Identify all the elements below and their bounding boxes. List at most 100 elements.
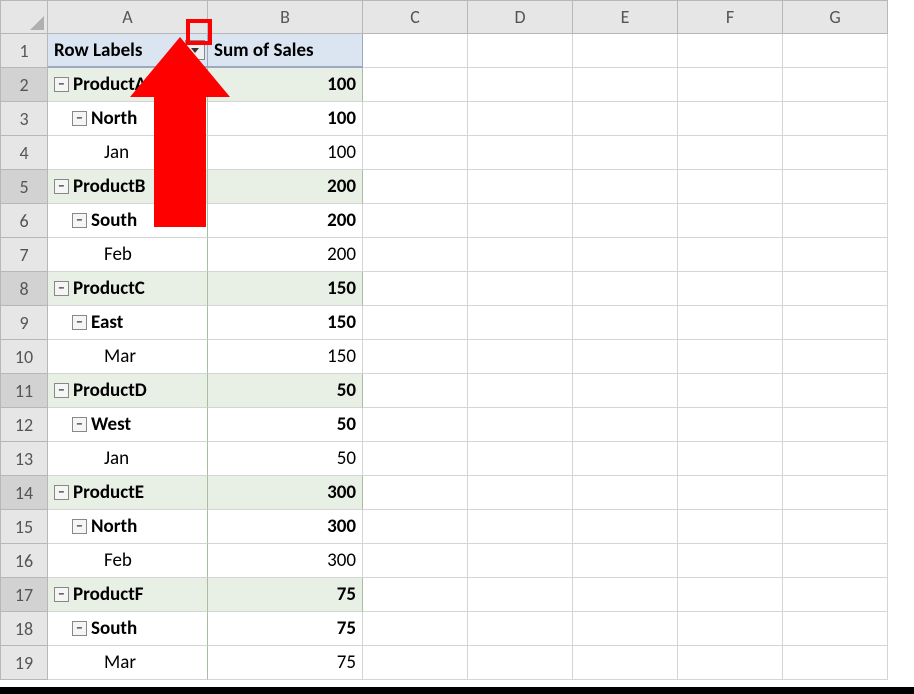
cell-B3[interactable]: 100	[208, 102, 363, 136]
cell-G18[interactable]	[783, 612, 888, 646]
cell-B13[interactable]: 50	[208, 442, 363, 476]
cell-F7[interactable]	[678, 238, 783, 272]
collapse-icon[interactable]: −	[54, 179, 69, 194]
cell-A16[interactable]: Feb	[48, 544, 208, 578]
cell-E5[interactable]	[573, 170, 678, 204]
cell-C17[interactable]	[363, 578, 468, 612]
row-header-7[interactable]: 7	[0, 238, 48, 272]
cell-D1[interactable]	[468, 34, 573, 68]
cell-F2[interactable]	[678, 68, 783, 102]
cell-B5[interactable]: 200	[208, 170, 363, 204]
cell-A4[interactable]: Jan	[48, 136, 208, 170]
cell-A10[interactable]: Mar	[48, 340, 208, 374]
cell-F17[interactable]	[678, 578, 783, 612]
cell-E17[interactable]	[573, 578, 678, 612]
cell-F14[interactable]	[678, 476, 783, 510]
cell-B4[interactable]: 100	[208, 136, 363, 170]
cell-C10[interactable]	[363, 340, 468, 374]
cell-A9[interactable]: −East	[48, 306, 208, 340]
collapse-icon[interactable]: −	[54, 383, 69, 398]
row-header-11[interactable]: 11	[0, 374, 48, 408]
cell-D14[interactable]	[468, 476, 573, 510]
cell-A17[interactable]: −ProductF	[48, 578, 208, 612]
cell-E14[interactable]	[573, 476, 678, 510]
cell-E8[interactable]	[573, 272, 678, 306]
cell-D16[interactable]	[468, 544, 573, 578]
cell-D4[interactable]	[468, 136, 573, 170]
cell-D6[interactable]	[468, 204, 573, 238]
row-header-9[interactable]: 9	[0, 306, 48, 340]
row-header-6[interactable]: 6	[0, 204, 48, 238]
collapse-icon[interactable]: −	[72, 315, 87, 330]
cell-C4[interactable]	[363, 136, 468, 170]
cell-E7[interactable]	[573, 238, 678, 272]
cell-A2[interactable]: −ProductA	[48, 68, 208, 102]
row-header-14[interactable]: 14	[0, 476, 48, 510]
cell-E16[interactable]	[573, 544, 678, 578]
cell-C2[interactable]	[363, 68, 468, 102]
cell-E9[interactable]	[573, 306, 678, 340]
row-header-1[interactable]: 1	[0, 34, 48, 68]
cell-F5[interactable]	[678, 170, 783, 204]
cell-C7[interactable]	[363, 238, 468, 272]
cell-F11[interactable]	[678, 374, 783, 408]
cell-E12[interactable]	[573, 408, 678, 442]
collapse-icon[interactable]: −	[54, 485, 69, 500]
cell-E10[interactable]	[573, 340, 678, 374]
cell-D19[interactable]	[468, 646, 573, 680]
column-header-G[interactable]: G	[783, 0, 888, 34]
cell-F3[interactable]	[678, 102, 783, 136]
collapse-icon[interactable]: −	[72, 417, 87, 432]
cell-G16[interactable]	[783, 544, 888, 578]
cell-E1[interactable]	[573, 34, 678, 68]
cell-G8[interactable]	[783, 272, 888, 306]
cell-E19[interactable]	[573, 646, 678, 680]
collapse-icon[interactable]: −	[72, 213, 87, 228]
row-header-5[interactable]: 5	[0, 170, 48, 204]
cell-D18[interactable]	[468, 612, 573, 646]
filter-dropdown-icon[interactable]	[185, 40, 205, 60]
cell-E11[interactable]	[573, 374, 678, 408]
cell-F19[interactable]	[678, 646, 783, 680]
cell-G5[interactable]	[783, 170, 888, 204]
cell-A6[interactable]: −South	[48, 204, 208, 238]
cell-B19[interactable]: 75	[208, 646, 363, 680]
cell-F15[interactable]	[678, 510, 783, 544]
cell-F9[interactable]	[678, 306, 783, 340]
cell-E15[interactable]	[573, 510, 678, 544]
cell-A11[interactable]: −ProductD	[48, 374, 208, 408]
column-header-F[interactable]: F	[678, 0, 783, 34]
cell-B12[interactable]: 50	[208, 408, 363, 442]
cell-A15[interactable]: −North	[48, 510, 208, 544]
cell-C18[interactable]	[363, 612, 468, 646]
cell-A8[interactable]: −ProductC	[48, 272, 208, 306]
row-header-8[interactable]: 8	[0, 272, 48, 306]
cell-G11[interactable]	[783, 374, 888, 408]
cell-G13[interactable]	[783, 442, 888, 476]
collapse-icon[interactable]: −	[72, 519, 87, 534]
cell-D8[interactable]	[468, 272, 573, 306]
cell-D12[interactable]	[468, 408, 573, 442]
cell-F10[interactable]	[678, 340, 783, 374]
collapse-icon[interactable]: −	[54, 281, 69, 296]
cell-B6[interactable]: 200	[208, 204, 363, 238]
pivot-rowlabels-header[interactable]: Row Labels	[48, 34, 208, 68]
cell-F1[interactable]	[678, 34, 783, 68]
cell-F18[interactable]	[678, 612, 783, 646]
collapse-icon[interactable]: −	[72, 111, 87, 126]
cell-B18[interactable]: 75	[208, 612, 363, 646]
cell-A3[interactable]: −North	[48, 102, 208, 136]
cell-G3[interactable]	[783, 102, 888, 136]
cell-E6[interactable]	[573, 204, 678, 238]
row-header-16[interactable]: 16	[0, 544, 48, 578]
row-header-2[interactable]: 2	[0, 68, 48, 102]
cell-F8[interactable]	[678, 272, 783, 306]
cell-G12[interactable]	[783, 408, 888, 442]
collapse-icon[interactable]: −	[72, 621, 87, 636]
cell-G10[interactable]	[783, 340, 888, 374]
cell-C12[interactable]	[363, 408, 468, 442]
cell-F4[interactable]	[678, 136, 783, 170]
cell-C9[interactable]	[363, 306, 468, 340]
cell-D7[interactable]	[468, 238, 573, 272]
column-header-B[interactable]: B	[208, 0, 363, 34]
